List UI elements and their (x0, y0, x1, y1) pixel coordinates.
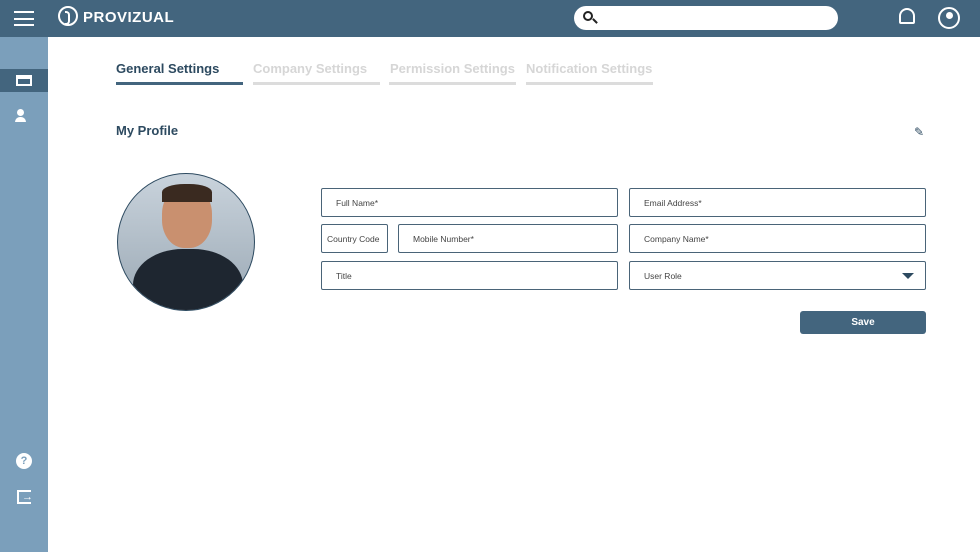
tab-company-settings[interactable]: Company Settings (253, 61, 367, 76)
company-name-input[interactable]: Company Name* (629, 224, 926, 253)
tab-underline (526, 82, 653, 85)
save-button[interactable]: Save (800, 311, 926, 334)
edit-icon[interactable]: ✎ (914, 125, 924, 139)
avatar[interactable] (117, 173, 255, 311)
bell-icon[interactable] (899, 8, 915, 24)
tab-indicator (116, 82, 243, 85)
tab-underline (253, 82, 380, 85)
user-role-label: User Role (644, 271, 682, 281)
tab-notification-settings[interactable]: Notification Settings (526, 61, 652, 76)
main-content: General Settings Company Settings Permis… (48, 37, 980, 552)
section-title: My Profile (116, 123, 179, 138)
logo-icon (58, 6, 78, 26)
email-input[interactable]: Email Address* (629, 188, 926, 217)
sidebar: ? → (0, 37, 48, 552)
sidebar-item-user-settings[interactable] (15, 109, 33, 123)
brand-name: PROVIZUAL (83, 9, 175, 26)
tab-general-settings[interactable]: General Settings (116, 61, 219, 76)
logout-icon[interactable]: → (17, 490, 33, 504)
search-input[interactable] (574, 6, 838, 30)
country-code-input[interactable]: Country Code (321, 224, 388, 253)
mobile-number-input[interactable]: Mobile Number* (398, 224, 618, 253)
chevron-down-icon (902, 273, 914, 279)
full-name-input[interactable]: Full Name* (321, 188, 618, 217)
tab-permission-settings[interactable]: Permission Settings (390, 61, 515, 76)
user-gear-icon (17, 109, 24, 116)
title-input[interactable]: Title (321, 261, 618, 290)
account-icon[interactable] (938, 7, 960, 29)
dashboard-icon (16, 75, 32, 86)
help-icon[interactable]: ? (16, 453, 32, 469)
menu-icon[interactable] (14, 11, 34, 26)
user-role-select[interactable]: User Role (629, 261, 926, 290)
sidebar-item-dashboard[interactable] (0, 69, 48, 92)
top-bar: PROVIZUAL (0, 0, 980, 37)
tab-underline (389, 82, 516, 85)
